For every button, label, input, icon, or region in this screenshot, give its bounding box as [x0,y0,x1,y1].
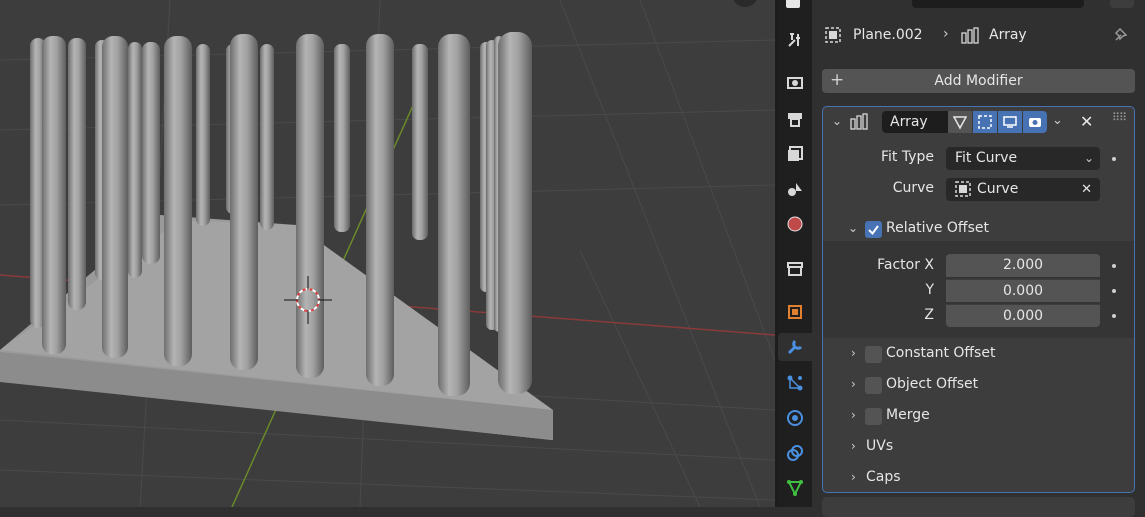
dropdown-chevron-icon[interactable]: ⌄ [1052,113,1063,128]
options-button[interactable] [1110,0,1134,8]
curve-value: Curve [977,181,1019,197]
caps-row[interactable]: › Caps [823,464,1134,492]
keyframe-dot[interactable] [1112,264,1116,268]
constraints-icon[interactable] [781,439,809,467]
close-icon[interactable]: ✕ [1080,112,1093,131]
edit-mode-icon[interactable] [973,111,997,133]
keyframe-dot[interactable] [1112,289,1116,293]
z-label: Z [924,307,934,323]
object-offset-checkbox[interactable] [865,377,882,394]
factor-x-label: Factor X [877,257,934,273]
plus-icon: + [830,70,845,90]
factor-z-field[interactable]: 0.000 [946,304,1100,327]
modifier-icon[interactable] [778,333,812,361]
constant-offset-label: Constant Offset [886,345,996,361]
object-icon[interactable] [781,298,809,326]
output-icon[interactable] [781,105,809,133]
array-modifier-icon [850,113,870,135]
expand-chevron-icon[interactable]: › [851,439,856,453]
fit-type-dropdown[interactable]: Fit Curve ⌄ [946,147,1100,170]
expand-chevron-icon[interactable]: › [851,470,856,484]
breadcrumb-object: Plane.002 [853,27,923,43]
properties-panel: Search Plane.002 › Array + Add Modifier … [812,0,1145,517]
curve-object-field[interactable]: Curve ✕ [946,178,1100,201]
factor-y-field[interactable]: 0.000 [946,279,1100,302]
collection-icon[interactable] [781,255,809,283]
object-offset-row[interactable]: › Object Offset [823,371,1134,399]
breadcrumb: Plane.002 › Array [812,24,1145,48]
navigation-gizmo [733,0,757,7]
data-icon[interactable] [781,474,809,502]
array-modifier-icon [961,27,981,49]
relative-offset-section: Factor X 2.000 Y 0.000 Z 0.000 [823,241,1134,338]
edit-cage-icon[interactable] [948,111,972,133]
array-modifier-panel: ⌄ Array ⌄ ✕ ⠿⠿ Fit Type Fit Curve ⌄ Curv… [822,106,1135,493]
particles-icon[interactable] [781,369,809,397]
collapse-chevron-icon[interactable]: ⌄ [832,114,842,128]
relative-offset-header[interactable]: ⌄ Relative Offset [823,215,1134,243]
render-icon[interactable] [781,68,809,96]
expand-chevron-icon[interactable]: › [851,346,856,360]
drag-handle-icon[interactable]: ⠿⠿ [1112,111,1127,124]
factor-x-field[interactable]: 2.000 [946,254,1100,277]
breadcrumb-separator-icon: › [943,26,949,42]
relative-offset-label: Relative Offset [886,220,989,236]
clear-icon[interactable]: ✕ [1081,178,1092,201]
next-modifier-header[interactable] [822,497,1135,517]
object-offset-label: Object Offset [886,376,979,392]
realtime-display-icon[interactable] [998,111,1022,133]
uvs-label: UVs [866,438,894,454]
modifier-name-field[interactable]: Array [882,111,948,133]
world-icon[interactable] [781,210,809,238]
curve-label: Curve [892,180,934,196]
add-modifier-button[interactable]: + Add Modifier [822,69,1135,93]
breadcrumb-modifier: Array [989,27,1027,43]
merge-label: Merge [886,407,930,423]
constant-offset-row[interactable]: › Constant Offset [823,340,1134,368]
uvs-row[interactable]: › UVs [823,433,1134,461]
physics-icon[interactable] [781,404,809,432]
constant-offset-checkbox[interactable] [865,346,882,363]
tool-icon[interactable] [781,26,809,54]
keyframe-dot[interactable] [1112,314,1116,318]
editor-type-icon[interactable] [781,0,809,18]
render-camera-icon[interactable] [1023,111,1047,133]
relative-offset-checkbox[interactable] [865,221,882,238]
chevron-down-icon: ⌄ [1083,151,1094,165]
view-layer-icon[interactable] [781,140,809,168]
pin-icon[interactable] [1112,26,1130,48]
fit-type-value: Fit Curve [955,150,1018,166]
merge-checkbox[interactable] [865,408,882,425]
3d-viewport[interactable] [0,0,775,507]
expand-chevron-icon[interactable]: › [851,377,856,391]
fit-type-label: Fit Type [880,149,934,165]
merge-row[interactable]: › Merge [823,402,1134,430]
modifier-header: ⌄ Array ⌄ ✕ ⠿⠿ [823,107,1134,137]
expand-chevron-icon[interactable]: › [851,408,856,422]
caps-label: Caps [866,469,901,485]
keyframe-dot[interactable] [1112,157,1116,161]
scene-icon[interactable] [781,175,809,203]
object-data-icon [824,26,842,48]
viewport-scene [0,0,775,507]
add-modifier-label: Add Modifier [934,73,1023,89]
properties-tabs [778,0,812,507]
expand-chevron-icon[interactable]: ⌄ [848,221,858,235]
search-input[interactable]: Search [912,0,1084,8]
curve-object-icon [954,180,972,206]
y-label: Y [925,282,934,298]
